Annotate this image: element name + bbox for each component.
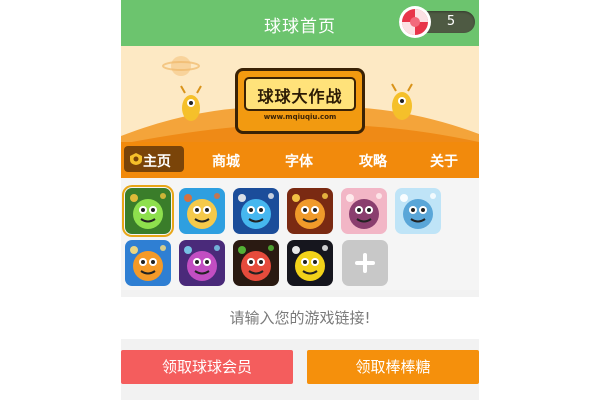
logo-url: www.mqiuqiu.com xyxy=(263,113,337,121)
purple-monster-game-icon[interactable] xyxy=(179,240,225,286)
orange-monster-game-icon[interactable] xyxy=(125,240,171,286)
yellow-character-game-icon[interactable] xyxy=(179,188,225,234)
anime-girl-game-icon[interactable] xyxy=(341,188,387,234)
blue-eye-game-icon[interactable] xyxy=(233,188,279,234)
yellow-ball-game-icon[interactable] xyxy=(287,240,333,286)
yellow-monster-left xyxy=(180,85,202,121)
game-logo: 球球大作战 www.mqiuqiu.com xyxy=(235,68,365,134)
claim-vip-button[interactable]: 领取球球会员 xyxy=(121,350,293,384)
home-badge-icon xyxy=(130,153,142,165)
game-grid xyxy=(121,178,479,290)
nav-tabs: 主页 商城 字体 攻略 关于 xyxy=(121,142,479,178)
blue-hair-girl-game-icon[interactable] xyxy=(395,188,441,234)
logo-title: 球球大作战 xyxy=(257,87,343,106)
colorful-balls-game-icon[interactable] xyxy=(233,240,279,286)
tab-fonts[interactable]: 字体 xyxy=(285,151,313,171)
yellow-monster-right xyxy=(391,83,413,120)
game-banner: 球球大作战 www.mqiuqiu.com xyxy=(121,46,479,152)
lollipop-icon xyxy=(399,6,431,38)
add-game-button[interactable] xyxy=(342,240,388,286)
candy-count: 5 xyxy=(446,14,456,29)
app-screen: 球球首页 5 球球大作战 www.mqiuqiu.com 主页 商城 字体 攻略… xyxy=(121,0,479,400)
tab-about[interactable]: 关于 xyxy=(430,151,458,171)
top-bar: 球球首页 5 xyxy=(121,0,479,46)
tab-home-label: 主页 xyxy=(143,154,171,170)
green-blob-game-icon[interactable] xyxy=(122,185,174,237)
tab-guides[interactable]: 攻略 xyxy=(359,151,387,171)
claim-lollipop-button[interactable]: 领取棒棒糖 xyxy=(307,350,479,384)
tab-store[interactable]: 商城 xyxy=(212,151,240,171)
game-link-input[interactable] xyxy=(121,297,479,339)
fire-dragon-game-icon[interactable] xyxy=(287,188,333,234)
tab-home[interactable]: 主页 xyxy=(124,146,184,172)
